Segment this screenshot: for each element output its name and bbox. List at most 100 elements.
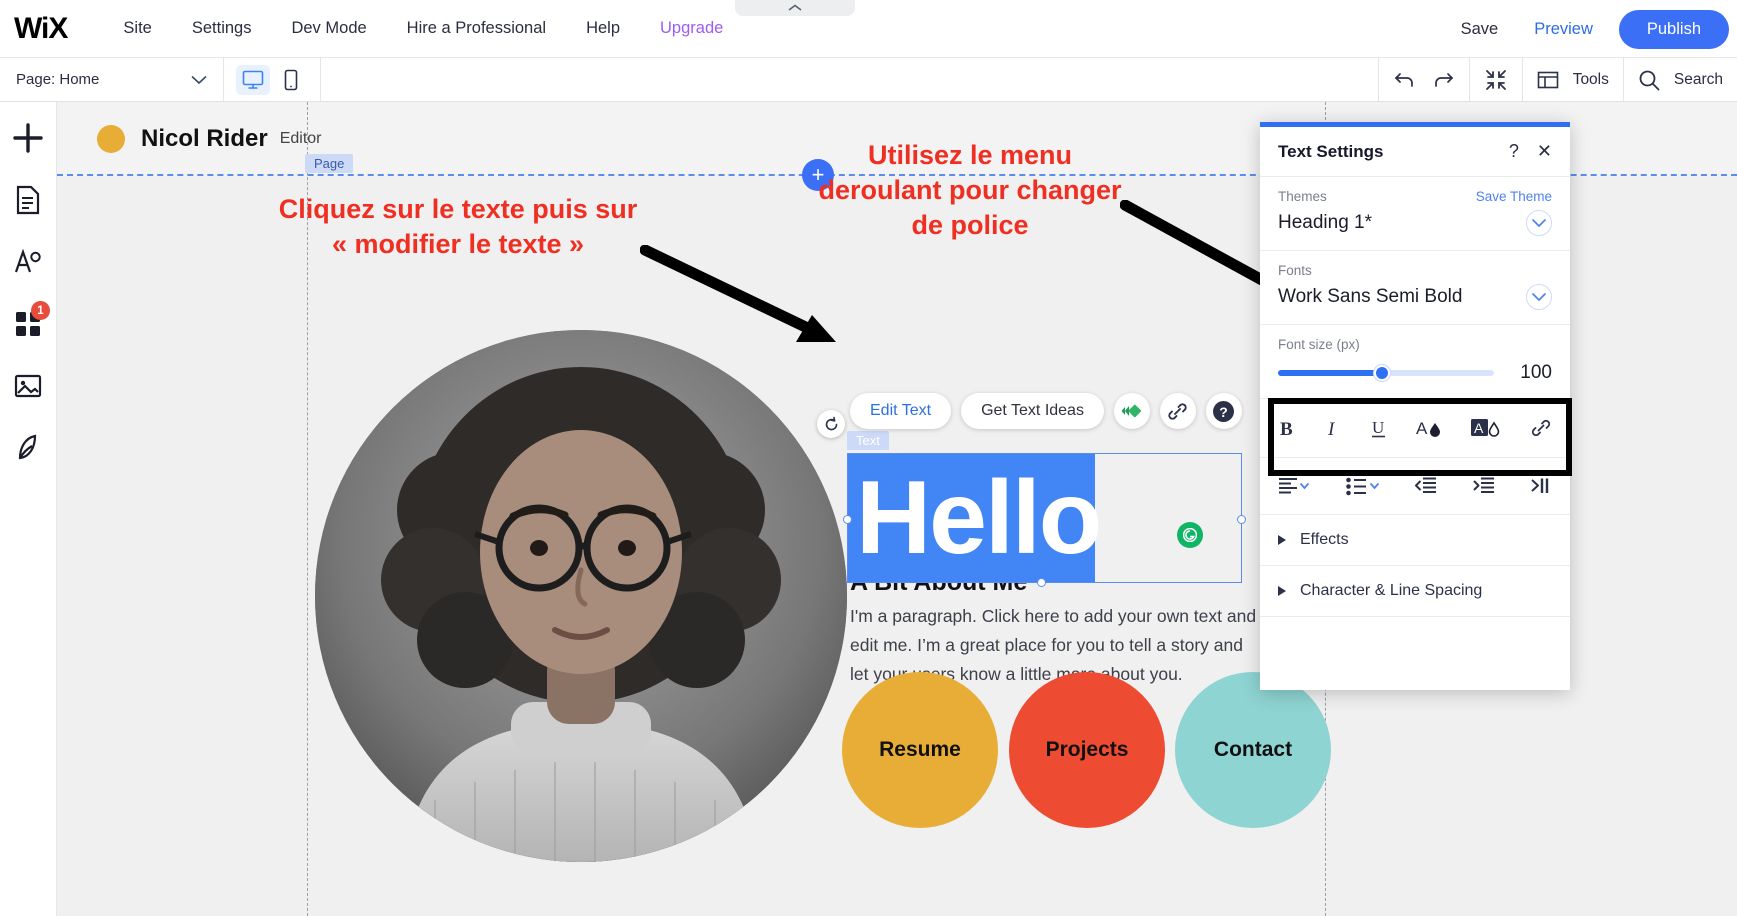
font-size-value[interactable]: 100 [1510,362,1552,384]
top-bar-actions: Save Preview Publish [1443,0,1737,58]
text-direction-icon [1530,476,1552,496]
grammar-check-badge[interactable] [1177,522,1203,548]
text-color-icon: A [1416,417,1442,439]
media-button[interactable] [6,364,50,408]
panel-close-icon[interactable]: ✕ [1537,141,1552,162]
circle-button-resume[interactable]: Resume [842,672,998,828]
increase-indent-button[interactable] [1473,476,1495,496]
page-selector[interactable]: Page: Home [0,58,224,102]
themes-dropdown-button[interactable] [1526,210,1552,236]
svg-text:I: I [1327,419,1336,439]
history-controls [1378,58,1469,102]
redo-button[interactable] [1431,69,1455,91]
save-button[interactable]: Save [1443,14,1517,45]
decrease-indent-button[interactable] [1415,476,1437,496]
chevron-up-icon [788,4,802,12]
top-bar: WiX Site Settings Dev Mode Hire a Profes… [0,0,1737,58]
spacing-label: Character & Line Spacing [1300,582,1482,600]
nav-hire-a-professional[interactable]: Hire a Professional [387,13,566,44]
annotation-arrow-left [640,245,860,350]
effects-accordion[interactable]: Effects [1260,515,1570,566]
fonts-value-row[interactable]: Work Sans Semi Bold [1278,284,1552,310]
preview-button[interactable]: Preview [1516,14,1611,45]
fonts-dropdown-button[interactable] [1526,284,1552,310]
undo-icon [1393,69,1417,91]
site-editor-label: Editor [280,130,322,148]
nav-settings[interactable]: Settings [172,13,272,44]
page-selector-label: Page: Home [16,71,99,88]
add-element-button[interactable] [6,116,50,160]
themes-value-row[interactable]: Heading 1* [1278,210,1552,236]
annotation-left-line2: « modifier le texte » [248,227,668,262]
page-icon [15,185,41,215]
resize-handle-left[interactable] [843,515,852,524]
rotate-handle[interactable] [817,410,845,438]
help-icon: ? [1211,399,1236,424]
profile-photo[interactable] [315,330,847,862]
circle-button-contact[interactable]: Contact [1175,672,1331,828]
underline-button[interactable]: U [1370,417,1388,439]
panel-help-icon[interactable]: ? [1509,141,1519,162]
text-element-tag: Text [847,431,889,450]
tools-section[interactable]: Tools [1522,58,1623,102]
resize-handle-bottom[interactable] [1037,578,1046,587]
text-color-button[interactable]: A [1416,417,1442,439]
fonts-label: Fonts [1278,263,1552,278]
save-theme-link[interactable]: Save Theme [1476,189,1552,204]
font-size-slider[interactable] [1278,370,1494,376]
svg-text:B: B [1280,419,1293,439]
link-button[interactable] [1160,393,1196,429]
bold-button[interactable]: B [1278,417,1296,439]
publish-button[interactable]: Publish [1619,10,1729,49]
get-text-ideas-button[interactable]: Get Text Ideas [961,393,1104,429]
panel-header: Text Settings ? ✕ [1260,127,1570,177]
wix-logo[interactable]: WiX [14,12,67,46]
font-value: Work Sans Semi Bold [1278,286,1462,308]
text-direction-button[interactable] [1530,476,1552,496]
bullet-list-icon [1346,476,1380,496]
increase-indent-icon [1473,476,1495,496]
nav-upgrade[interactable]: Upgrade [640,13,743,44]
animation-button[interactable] [1114,393,1150,429]
zoom-out-section [1469,58,1522,102]
search-label: Search [1674,71,1723,89]
blog-button[interactable] [6,426,50,470]
triangle-right-icon [1278,535,1286,545]
text-highlight-button[interactable]: A [1471,417,1501,439]
circle-button-projects[interactable]: Projects [1009,672,1165,828]
help-button[interactable]: ? [1206,393,1242,429]
spacing-accordion[interactable]: Character & Line Spacing [1260,566,1570,617]
edit-text-button[interactable]: Edit Text [850,393,951,429]
search-section[interactable]: Search [1623,58,1737,102]
nav-dev-mode[interactable]: Dev Mode [271,13,386,44]
circle-label-contact: Contact [1214,738,1292,762]
mobile-view-button[interactable] [274,65,308,95]
design-button[interactable] [6,240,50,284]
portrait-illustration [315,330,847,862]
hello-heading: Hello [856,466,1100,570]
rotate-icon [823,416,840,433]
text-highlight-icon: A [1471,417,1501,439]
nav-help[interactable]: Help [566,13,640,44]
font-size-slider-knob[interactable] [1374,365,1390,381]
magnifier-icon [1638,69,1660,91]
list-button[interactable] [1346,476,1380,496]
zoom-out-button[interactable] [1484,68,1508,92]
pages-button[interactable] [6,178,50,222]
nav-site[interactable]: Site [103,13,171,44]
underline-icon: U [1370,417,1388,439]
text-link-button[interactable] [1530,417,1552,439]
collapse-topbar-handle[interactable] [735,0,855,16]
text-selection-highlight[interactable]: Hello [848,454,1095,582]
sub-bar-actions: Tools Search [1378,58,1737,102]
apps-button[interactable]: 1 [6,302,50,346]
top-nav: Site Settings Dev Mode Hire a Profession… [103,13,743,44]
link-icon [1530,417,1552,439]
align-button[interactable] [1278,476,1310,496]
desktop-view-button[interactable] [236,65,270,95]
italic-icon: I [1325,417,1341,439]
undo-button[interactable] [1393,69,1417,91]
italic-button[interactable]: I [1325,417,1341,439]
text-element[interactable]: Text Hello [847,453,1242,583]
resize-handle-right[interactable] [1237,515,1246,524]
